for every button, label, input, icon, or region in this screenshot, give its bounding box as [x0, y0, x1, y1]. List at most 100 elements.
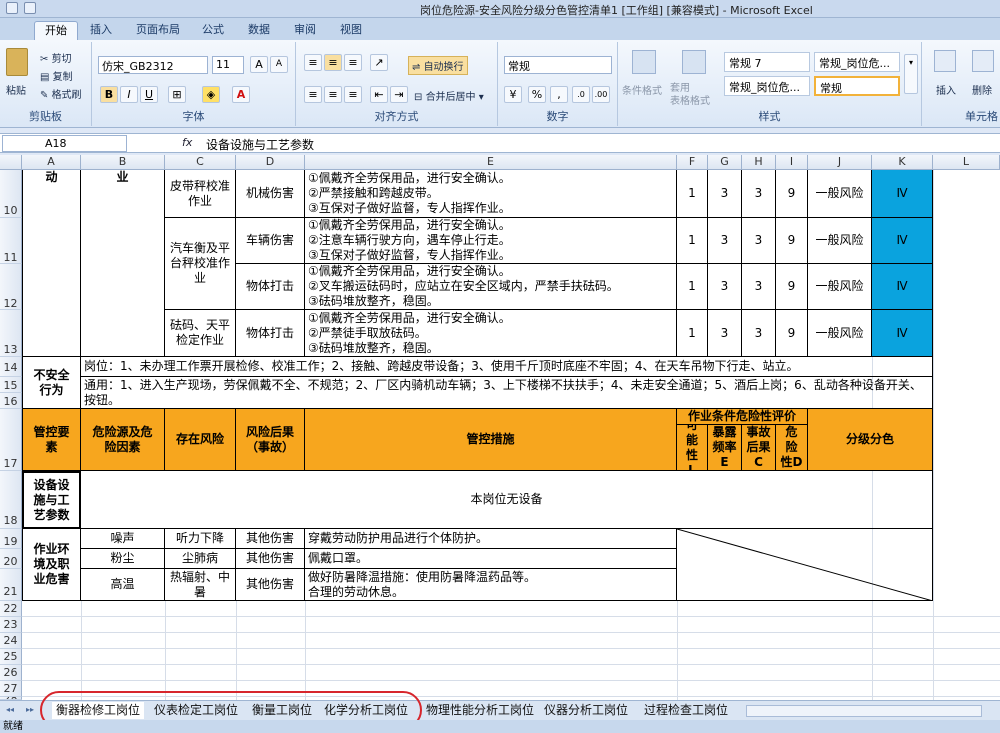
format-painter-button[interactable]: ✎ 格式刷 [40, 86, 82, 101]
cell-e-r11[interactable]: 3 [708, 218, 742, 264]
increase-decimal-icon[interactable]: .0 [572, 86, 590, 103]
cell-hazard-r10[interactable]: 皮带秤校准作业 [165, 170, 236, 218]
cell-env-result-2[interactable]: 其他伤害 [236, 549, 305, 569]
row-header[interactable]: 23 [0, 617, 22, 633]
cell-env-result-3[interactable]: 其他伤害 [236, 569, 305, 601]
row-header[interactable]: 21 [0, 569, 22, 601]
row-header[interactable]: 11 [0, 218, 22, 264]
cell-equipment-text[interactable]: 本岗位无设备 [81, 471, 933, 529]
cell-unsafe-label[interactable]: 不安全行为 [22, 357, 81, 409]
row-header[interactable]: 16 [0, 393, 22, 409]
cell-env-risk-1[interactable]: 听力下降 [165, 529, 236, 549]
delete-cells-icon[interactable] [972, 50, 994, 72]
select-all-corner[interactable] [0, 155, 22, 170]
col-header-l[interactable]: L [933, 155, 1000, 170]
row-header[interactable]: 27 [0, 681, 22, 697]
align-left-icon[interactable]: ≡ [304, 86, 322, 103]
cell-measures-r11[interactable]: ①佩戴齐全劳保用品，进行安全确认。 ②注意车辆行驶方向，遇车停止行走。 ③互保对… [305, 218, 677, 264]
cell-risk-r10[interactable]: 机械伤害 [236, 170, 305, 218]
conditional-format-icon[interactable] [632, 50, 656, 74]
cell-level-r13[interactable]: 一般风险 [808, 310, 872, 357]
align-middle-icon[interactable]: ≡ [324, 54, 342, 71]
cell-level-r12[interactable]: 一般风险 [808, 264, 872, 310]
col-header-a[interactable]: A [22, 155, 81, 170]
font-name-select[interactable]: 仿宋_GB2312 [98, 56, 208, 74]
cell-level-r11[interactable]: 一般风险 [808, 218, 872, 264]
sheet-tab-5[interactable]: 物理性能分析工岗位 [422, 702, 538, 719]
table-format-button[interactable]: 套用 表格格式 [670, 82, 710, 108]
conditional-format-button[interactable]: 条件格式 [622, 82, 662, 97]
sheet-tab-6[interactable]: 仪器分析工岗位 [540, 702, 632, 719]
cell-l-r13[interactable]: 1 [677, 310, 708, 357]
merge-center-button[interactable]: ⊟ 合并后居中 ▾ [414, 88, 484, 103]
tab-home[interactable]: 开始 [34, 21, 78, 40]
decrease-decimal-icon[interactable]: .00 [592, 86, 610, 103]
style-normal7[interactable]: 常规 7 [724, 52, 810, 72]
style-post-hazard-1[interactable]: 常规_岗位危... [814, 52, 900, 72]
cell-env-result-1[interactable]: 其他伤害 [236, 529, 305, 549]
col-header-i[interactable]: I [776, 155, 808, 170]
header-exposure[interactable]: 暴露频率E [708, 425, 742, 471]
cell-l-r11[interactable]: 1 [677, 218, 708, 264]
col-header-c[interactable]: C [165, 155, 236, 170]
excel-logo-icon[interactable] [6, 2, 18, 14]
header-control-measures[interactable]: 管控措施 [305, 409, 677, 471]
tab-review[interactable]: 审阅 [284, 21, 326, 40]
cell-unsafe-post[interactable]: 岗位：1、未办理工作票开展检修、校准工作；2、接触、跨越皮带设备；3、使用千斤顶… [81, 357, 933, 377]
tab-page-layout[interactable]: 页面布局 [126, 21, 190, 40]
cell-env-hazard-1[interactable]: 噪声 [81, 529, 165, 549]
cell-b-top[interactable]: 业 [81, 170, 165, 357]
delete-button[interactable]: 删除 [972, 82, 992, 97]
currency-icon[interactable]: ¥ [504, 86, 522, 103]
row-header[interactable]: 17 [0, 409, 22, 471]
font-size-select[interactable]: 11 [212, 56, 244, 74]
cell-e-r12[interactable]: 3 [708, 264, 742, 310]
header-consequence[interactable]: 风险后果（事故） [236, 409, 305, 471]
col-header-d[interactable]: D [236, 155, 305, 170]
cell-l-r12[interactable]: 1 [677, 264, 708, 310]
cell-a18-selected[interactable]: 设备设施与工艺参数 [22, 471, 81, 529]
cell-d-r12[interactable]: 9 [776, 264, 808, 310]
cell-c-r11[interactable]: 3 [742, 218, 776, 264]
styles-more-icon[interactable]: ▾ [904, 54, 918, 94]
cell-diagonal-blank[interactable] [677, 529, 933, 601]
style-post-hazard-2[interactable]: 常规_岗位危... [724, 76, 810, 96]
tab-data[interactable]: 数据 [238, 21, 280, 40]
row-header[interactable]: 18 [0, 471, 22, 529]
col-header-k[interactable]: K [872, 155, 933, 170]
cell-env-measure-3[interactable]: 做好防暑降温措施：使用防暑降温药品等。 合理的劳动休息。 [305, 569, 677, 601]
comma-icon[interactable]: , [550, 86, 568, 103]
fx-icon[interactable]: fx [182, 136, 192, 149]
col-header-f[interactable]: F [677, 155, 708, 170]
tab-insert[interactable]: 插入 [80, 21, 122, 40]
border-icon[interactable]: ⊞ [168, 86, 186, 103]
paste-button[interactable]: 粘贴 [6, 82, 26, 97]
cell-d-r11[interactable]: 9 [776, 218, 808, 264]
cell-measures-r10[interactable]: ①佩戴齐全劳保用品，进行安全确认。 ②严禁接触和跨越皮带。 ③互保对子做好监督，… [305, 170, 677, 218]
header-consequence-c[interactable]: 事故后果C [742, 425, 776, 471]
cell-d-r10[interactable]: 9 [776, 170, 808, 218]
header-risk[interactable]: 存在风险 [165, 409, 236, 471]
cell-grade-r10[interactable]: Ⅳ [872, 170, 933, 218]
cell-grade-r13[interactable]: Ⅳ [872, 310, 933, 357]
cell-level-r10[interactable]: 一般风险 [808, 170, 872, 218]
row-header[interactable]: 19 [0, 529, 22, 549]
cell-risk-r13[interactable]: 物体打击 [236, 310, 305, 357]
cell-e-r13[interactable]: 3 [708, 310, 742, 357]
row-header[interactable]: 12 [0, 264, 22, 310]
table-format-icon[interactable] [682, 50, 706, 74]
paste-icon[interactable] [6, 48, 28, 76]
orientation-icon[interactable]: ↗ [370, 54, 388, 71]
copy-button[interactable]: ▤ 复制 [40, 68, 73, 83]
grow-font-icon[interactable]: A [250, 56, 268, 73]
wrap-text-button[interactable]: ⇌ 自动换行 [408, 56, 468, 75]
cell-hazard-r11[interactable]: 汽车衡及平台秤校准作业 [165, 218, 236, 310]
cell-env-label[interactable]: 作业环境及职业危害 [22, 529, 81, 601]
row-header[interactable]: 14 [0, 357, 22, 377]
cell-a-top[interactable]: 动 [22, 170, 81, 357]
tab-view[interactable]: 视图 [330, 21, 372, 40]
insert-cells-icon[interactable] [934, 50, 956, 72]
cell-l-r10[interactable]: 1 [677, 170, 708, 218]
cell-risk-r12[interactable]: 物体打击 [236, 264, 305, 310]
align-right-icon[interactable]: ≡ [344, 86, 362, 103]
